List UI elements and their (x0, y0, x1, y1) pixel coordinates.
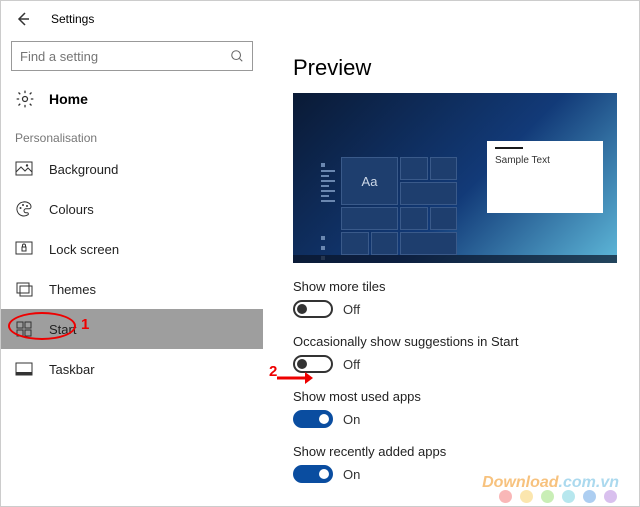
sidebar-item-colours[interactable]: Colours (1, 189, 263, 229)
toggle-suggestions[interactable] (293, 355, 333, 373)
preview-title: Preview (293, 55, 617, 81)
palette-icon (15, 200, 33, 218)
home-label: Home (49, 91, 88, 107)
gear-icon (15, 89, 35, 109)
watermark-dots (499, 490, 617, 503)
themes-icon (15, 280, 33, 298)
start-icon (15, 320, 33, 338)
sidebar-item-lock-screen[interactable]: Lock screen (1, 229, 263, 269)
main-panel: Preview Aa Sample Text (263, 37, 639, 506)
back-button[interactable] (13, 9, 33, 29)
toggle-state-recent: On (343, 467, 360, 482)
search-input[interactable] (20, 49, 230, 64)
sidebar-item-background[interactable]: Background (1, 149, 263, 189)
sidebar-item-label: Taskbar (49, 362, 249, 377)
sidebar-item-start[interactable]: Start (1, 309, 263, 349)
section-label: Personalisation (1, 117, 263, 149)
window-title: Settings (51, 12, 94, 26)
sidebar-item-label: Themes (49, 282, 249, 297)
sidebar: Home Personalisation Background Colours … (1, 37, 263, 506)
sidebar-item-label: Colours (49, 202, 249, 217)
taskbar-icon (15, 360, 33, 378)
sidebar-item-taskbar[interactable]: Taskbar (1, 349, 263, 389)
preview-tile-aa: Aa (341, 157, 398, 205)
search-box[interactable] (11, 41, 253, 71)
toggle-state-suggestions: Off (343, 357, 360, 372)
sidebar-item-themes[interactable]: Themes (1, 269, 263, 309)
toggle-most-used[interactable] (293, 410, 333, 428)
home-row[interactable]: Home (1, 81, 263, 117)
sidebar-item-label: Background (49, 162, 249, 177)
preview-sample-card: Sample Text (487, 141, 603, 213)
toggle-state-more-tiles: Off (343, 302, 360, 317)
toggle-state-most-used: On (343, 412, 360, 427)
preview-image: Aa Sample Text (293, 93, 617, 263)
search-icon (230, 49, 244, 63)
sample-text: Sample Text (495, 155, 595, 166)
picture-icon (15, 160, 33, 178)
sidebar-item-label: Lock screen (49, 242, 249, 257)
toggle-recent[interactable] (293, 465, 333, 483)
toggle-more-tiles[interactable] (293, 300, 333, 318)
setting-label-most-used: Show most used apps (293, 389, 617, 404)
sidebar-item-label: Start (49, 322, 249, 337)
lock-screen-icon (15, 240, 33, 258)
setting-label-suggestions: Occasionally show suggestions in Start (293, 334, 617, 349)
setting-label-more-tiles: Show more tiles (293, 279, 617, 294)
setting-label-recent: Show recently added apps (293, 444, 617, 459)
